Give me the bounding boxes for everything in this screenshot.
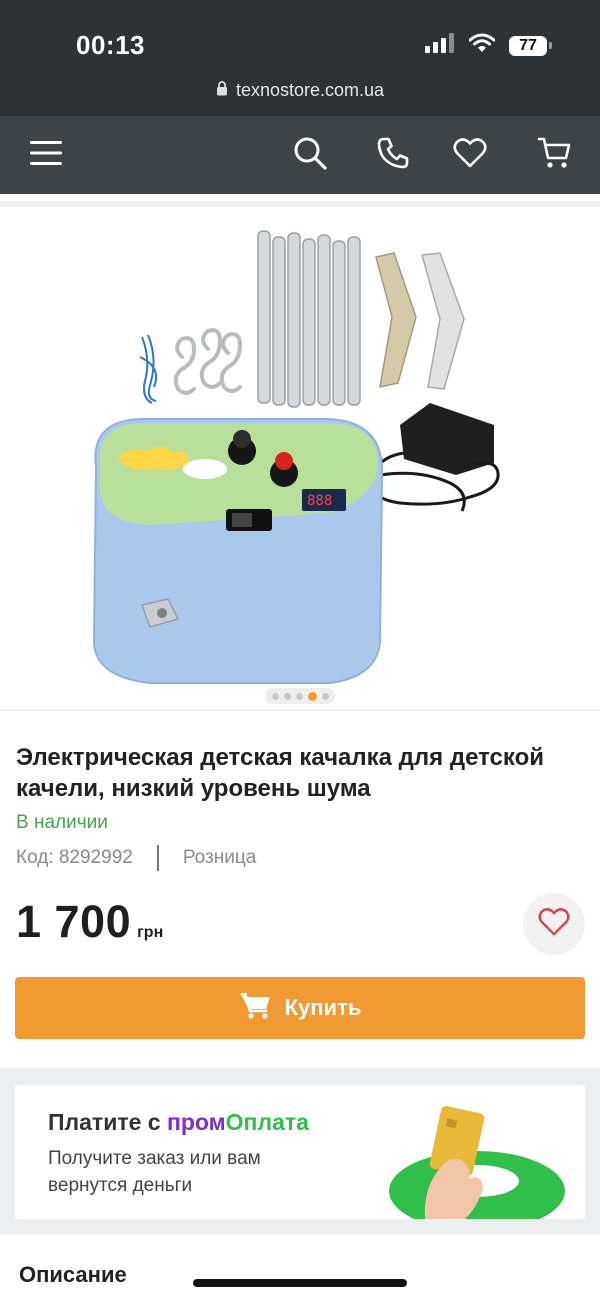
- meta-divider: [156, 845, 159, 871]
- springs: [257, 230, 361, 408]
- phone-icon: [376, 136, 410, 175]
- search-button[interactable]: [288, 133, 332, 177]
- menu-icon: [29, 140, 63, 171]
- product-title: Электрическая детская качалка для детско…: [16, 744, 544, 802]
- description-title[interactable]: Описание: [19, 1262, 127, 1288]
- gallery-dot[interactable]: [271, 692, 279, 700]
- status-icons: 77: [425, 33, 552, 58]
- status-time: 00:13: [76, 30, 145, 60]
- power-adapter: [370, 403, 500, 512]
- gallery-dot[interactable]: [283, 692, 291, 700]
- address-bar[interactable]: texnostore.com.ua: [0, 80, 600, 101]
- prom-payment-banner[interactable]: Платите с промОплата Получите заказ или …: [15, 1085, 585, 1219]
- menu-button[interactable]: [24, 133, 68, 177]
- price-value: 1 700: [16, 896, 132, 947]
- heart-icon: [453, 137, 487, 174]
- promo-illustration: [389, 1106, 565, 1219]
- promo-headline: Платите с промОплата: [48, 1109, 309, 1136]
- cart-button[interactable]: [532, 133, 576, 177]
- product-image: 888: [92, 230, 500, 684]
- svg-text:888: 888: [307, 493, 332, 509]
- home-indicator[interactable]: [193, 1279, 407, 1287]
- wifi-icon: [468, 33, 496, 58]
- product-meta: Код: 8292992 Розница: [16, 845, 256, 871]
- battery-icon: 77: [509, 35, 552, 56]
- cord-bundle: [139, 334, 158, 404]
- s-hooks: [173, 328, 243, 395]
- product-price: 1 700 грн: [16, 896, 163, 948]
- promo-brand-payment: Оплата: [225, 1109, 309, 1135]
- motor-unit: 888: [92, 418, 384, 684]
- search-icon: [293, 136, 327, 175]
- signal-icon: [425, 33, 455, 58]
- product-gallery[interactable]: 888: [0, 201, 600, 711]
- favorites-button[interactable]: [448, 133, 492, 177]
- promo-prefix: Платите с: [48, 1109, 167, 1135]
- stock-status: В наличии: [16, 812, 108, 833]
- promo-subtitle: Получите заказ или вам вернутся деньги: [48, 1148, 261, 1196]
- product-code: Код: 8292992: [16, 847, 133, 868]
- gallery-dot[interactable]: [321, 692, 329, 700]
- price-type: Розница: [182, 847, 257, 868]
- url-text: texnostore.com.ua: [235, 80, 385, 100]
- cart-icon: [239, 991, 271, 1025]
- gallery-dot-active[interactable]: [307, 691, 317, 701]
- brackets: [375, 252, 465, 390]
- gallery-dot[interactable]: [295, 692, 303, 700]
- heart-icon: [538, 907, 570, 942]
- price-currency: грн: [137, 924, 164, 941]
- promo-brand-prom: пром: [166, 1109, 226, 1135]
- site-header: [0, 116, 600, 194]
- battery-level: 77: [509, 35, 547, 56]
- phone-button[interactable]: [371, 133, 415, 177]
- add-to-favorites-button[interactable]: [523, 893, 585, 955]
- gallery-pagination: [265, 688, 335, 704]
- buy-button[interactable]: Купить: [15, 977, 585, 1039]
- cart-icon: [537, 136, 571, 175]
- status-bar: 00:13 77 texnostore.com.ua: [0, 0, 600, 116]
- lock-icon: [216, 80, 228, 101]
- buy-button-label: Купить: [284, 995, 362, 1020]
